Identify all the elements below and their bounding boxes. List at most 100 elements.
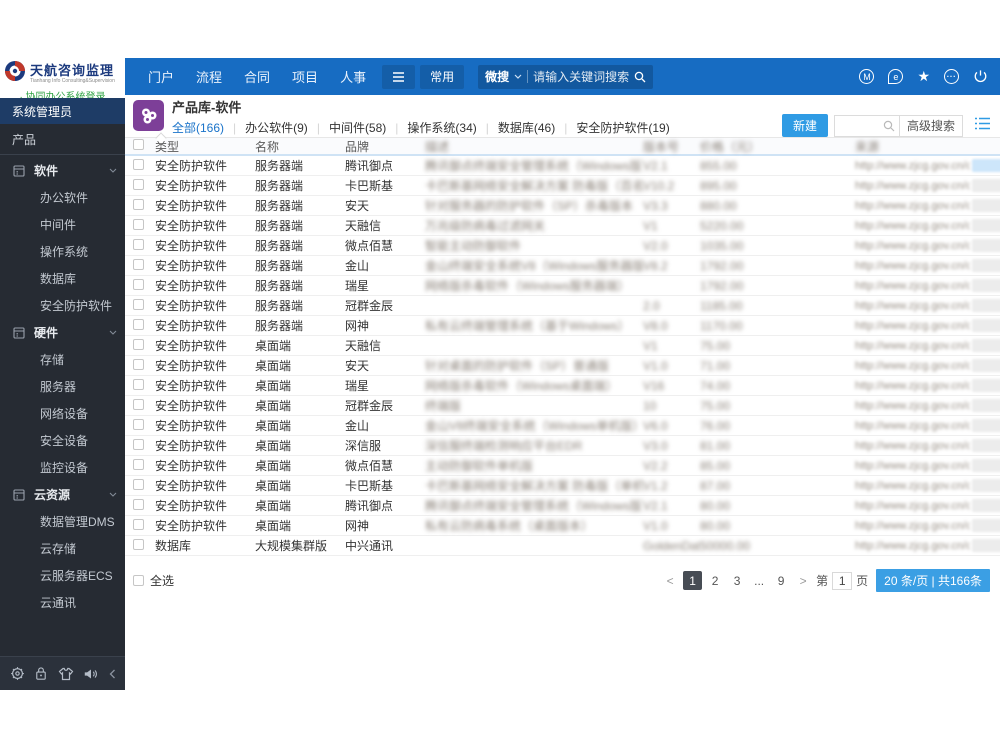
table-row[interactable]: 安全防护软件 桌面端 网神 私有云防病毒系统（桌面版本） V1.0 80.00 http:/… xyxy=(125,516,1000,536)
table-row[interactable]: 安全防护软件 桌面端 深信服 深信服终端检测响应平台EDR V3.0 81.00 http:… xyxy=(125,436,1000,456)
row-checkbox[interactable] xyxy=(133,518,144,530)
search-scope-label[interactable]: 微搜 xyxy=(485,68,509,85)
row-checkbox[interactable] xyxy=(133,218,144,230)
page-button[interactable]: 2 xyxy=(706,571,724,590)
row-checkbox[interactable] xyxy=(133,398,144,410)
row-checkbox[interactable] xyxy=(133,418,144,430)
sidebar-item[interactable]: 网络设备 xyxy=(0,400,125,427)
nav-item[interactable]: 人事 xyxy=(340,67,366,86)
row-action-blur[interactable] xyxy=(972,359,1000,372)
row-checkbox[interactable] xyxy=(133,378,144,390)
row-action-blur[interactable] xyxy=(972,379,1000,392)
page-button[interactable]: 1 xyxy=(683,571,703,590)
next-page-button[interactable]: > xyxy=(794,571,812,590)
table-row[interactable]: 安全防护软件 桌面端 安天 针对桌面的防护软件（SP）普通版 V1.0 71.00 http… xyxy=(125,356,1000,376)
row-checkbox[interactable] xyxy=(133,178,144,190)
sidebar-item[interactable]: 安全设备 xyxy=(0,427,125,454)
table-row[interactable]: 安全防护软件 桌面端 卡巴斯基 卡巴斯基网络安全解决方案 防毒版（单机） - 10..… xyxy=(125,476,1000,496)
sidebar-item[interactable]: 云存储 xyxy=(0,535,125,562)
row-action-blur[interactable] xyxy=(972,239,1000,252)
theme-shirt-icon[interactable] xyxy=(58,667,74,681)
per-page-total-button[interactable]: 20 条/页 | 共166条 xyxy=(876,569,990,592)
power-icon[interactable] xyxy=(973,69,988,84)
table-search-input[interactable] xyxy=(835,116,883,136)
table-row[interactable]: 安全防护软件 服务器端 卡巴斯基 卡巴斯基网络安全解决方案 防毒版（百名... V10.… xyxy=(125,176,1000,196)
sidebar-section-product[interactable]: 产品 xyxy=(0,126,125,152)
nav-item[interactable]: 合同 xyxy=(244,67,270,86)
page-button[interactable]: 9 xyxy=(772,571,790,590)
table-row[interactable]: 安全防护软件 桌面端 天融信 V1 75.00 http://www.zjcg.gov.c… xyxy=(125,336,1000,356)
table-row[interactable]: 安全防护软件 服务器端 金山 金山终端安全系统V8（Windows服务器版） V8.2 1… xyxy=(125,256,1000,276)
category-tab[interactable]: 中间件(58) xyxy=(329,119,386,136)
row-checkbox[interactable] xyxy=(133,438,144,450)
list-view-icon[interactable] xyxy=(975,117,990,135)
row-checkbox[interactable] xyxy=(133,538,144,550)
row-checkbox[interactable] xyxy=(133,278,144,290)
row-action-blur[interactable] xyxy=(972,519,1000,532)
sidebar-item[interactable]: 办公软件 xyxy=(0,184,125,211)
table-row[interactable]: 安全防护软件 桌面端 冠群金辰 终端版 10 75.00 http://www.zjcg.g… xyxy=(125,396,1000,416)
row-checkbox[interactable] xyxy=(133,318,144,330)
sidebar-item[interactable]: 中间件 xyxy=(0,211,125,238)
page-button[interactable]: 3 xyxy=(728,571,746,590)
row-action-blur[interactable] xyxy=(972,299,1000,312)
category-tab[interactable]: 全部(166) xyxy=(172,119,224,136)
sidebar-item[interactable]: 数据库 xyxy=(0,265,125,292)
category-tab[interactable]: 安全防护软件(19) xyxy=(576,119,669,136)
search-input[interactable]: 请输入关键词搜索 xyxy=(533,68,629,85)
more-icon[interactable]: ··· xyxy=(944,69,959,84)
row-action-blur[interactable] xyxy=(972,419,1000,432)
row-action-blur[interactable] xyxy=(972,259,1000,272)
nav-item[interactable]: 门户 xyxy=(148,67,174,86)
sound-icon[interactable] xyxy=(83,667,99,681)
table-row[interactable]: 安全防护软件 桌面端 腾讯御点 腾讯御点终端安全管理系统（Windows版）V2.1V… xyxy=(125,496,1000,516)
table-row[interactable]: 安全防护软件 服务器端 冠群金辰 2.0 1185.00 http://www.zjcg.… xyxy=(125,296,1000,316)
select-all-header-checkbox[interactable] xyxy=(133,139,144,150)
sidebar-item[interactable]: 操作系统 xyxy=(0,238,125,265)
row-action-blur[interactable] xyxy=(972,339,1000,352)
sidebar-item[interactable]: 监控设备 xyxy=(0,454,125,481)
row-action-blur[interactable] xyxy=(972,159,1000,172)
sidebar-item[interactable]: 存储 xyxy=(0,346,125,373)
table-row[interactable]: 安全防护软件 桌面端 微点佰慧 主动防御软件单机版 V2.2 85.00 http://ww… xyxy=(125,456,1000,476)
row-action-blur[interactable] xyxy=(972,399,1000,412)
menu-grid-button[interactable] xyxy=(382,64,416,89)
row-action-blur[interactable] xyxy=(972,499,1000,512)
row-action-blur[interactable] xyxy=(972,219,1000,232)
settings-icon[interactable] xyxy=(10,666,25,681)
table-row[interactable]: 数据库 大规模集群版 中兴通讯 GoldenData s...50000.00 http… xyxy=(125,536,1000,556)
row-checkbox[interactable] xyxy=(133,298,144,310)
row-checkbox[interactable] xyxy=(133,158,144,170)
new-button[interactable]: 新建 xyxy=(781,114,828,137)
sidebar-item[interactable]: 云服务器ECS xyxy=(0,562,125,589)
table-row[interactable]: 安全防护软件 服务器端 瑞星 网络版杀毒软件（Windows服务器端） 1792.00 h… xyxy=(125,276,1000,296)
global-search[interactable]: 微搜 请输入关键词搜索 xyxy=(478,64,654,89)
table-row[interactable]: 安全防护软件 桌面端 金山 金山V8终端安全系统（Windows单机版） V6.0 76.… xyxy=(125,416,1000,436)
sidebar-item[interactable]: 云通讯 xyxy=(0,589,125,616)
sidebar-item[interactable]: 服务器 xyxy=(0,373,125,400)
row-checkbox[interactable] xyxy=(133,498,144,510)
collapse-chevron-icon[interactable] xyxy=(109,669,116,679)
category-tab[interactable]: 操作系统(34) xyxy=(407,119,476,136)
select-all-checkbox[interactable] xyxy=(133,575,144,586)
lock-icon[interactable] xyxy=(34,666,48,681)
table-row[interactable]: 安全防护软件 服务器端 网神 私有云终端管理系统（基于Windows） V8.0 1170… xyxy=(125,316,1000,336)
table-row[interactable]: 安全防护软件 桌面端 瑞星 网络版杀毒软件（Windows桌面端） V16 74.00 ht… xyxy=(125,376,1000,396)
page-number-input[interactable]: 1 xyxy=(832,571,853,590)
category-tab[interactable]: 办公软件(9) xyxy=(245,119,308,136)
row-action-blur[interactable] xyxy=(972,439,1000,452)
sidebar-group[interactable]: 硬件 xyxy=(0,319,125,346)
sidebar-group[interactable]: 云资源 xyxy=(0,481,125,508)
row-action-blur[interactable] xyxy=(972,459,1000,472)
favorite-star-icon[interactable]: ★ xyxy=(917,69,930,84)
row-checkbox[interactable] xyxy=(133,458,144,470)
prev-page-button[interactable]: < xyxy=(661,571,679,590)
table-row[interactable]: 安全防护软件 服务器端 安天 针对服务器的防护软件（SP）杀毒版本 V3.3 880.00… xyxy=(125,196,1000,216)
row-checkbox[interactable] xyxy=(133,238,144,250)
m-badge-icon[interactable]: M xyxy=(859,69,875,84)
row-action-blur[interactable] xyxy=(972,179,1000,192)
row-action-blur[interactable] xyxy=(972,479,1000,492)
row-checkbox[interactable] xyxy=(133,258,144,270)
row-checkbox[interactable] xyxy=(133,338,144,350)
table-row[interactable]: 安全防护软件 服务器端 天融信 万兆级防病毒过滤网关 V1 5220.00 http://w… xyxy=(125,216,1000,236)
